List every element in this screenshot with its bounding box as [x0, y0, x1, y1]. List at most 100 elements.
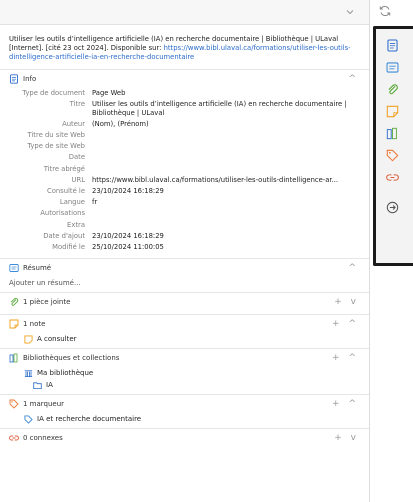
attachments-section-header[interactable]: 1 pièce jointe + v [0, 293, 369, 311]
libraries-section-header[interactable]: Bibliothèques et collections + ^ [0, 349, 369, 367]
info-row: Extra [0, 220, 369, 231]
info-field-label: URL [71, 175, 85, 184]
collection-item[interactable]: IA [0, 379, 369, 391]
abstract-collapse-icon[interactable]: ^ [348, 263, 359, 273]
attachments-section: 1 pièce jointe + v [0, 293, 369, 316]
info-row: Autorisations [0, 208, 369, 219]
info-field-label: Type de site Web [27, 142, 85, 151]
note-item-icon [24, 335, 33, 344]
paperclip-icon [9, 297, 19, 307]
libraries-section-title: Bibliothèques et collections [23, 354, 120, 363]
info-field-value[interactable] [92, 152, 369, 163]
info-field-label: Date d'ajout [43, 231, 85, 240]
info-field-label: Titre du site Web [27, 131, 85, 140]
libraries-controls[interactable]: + ^ [332, 353, 359, 363]
attachments-section-title: 1 pièce jointe [23, 298, 71, 307]
related-section-header[interactable]: 0 connexes + v [0, 429, 369, 447]
info-row: Consulté le 23/10/2024 16:18:29 [0, 186, 369, 197]
info-field-value[interactable]: 23/10/2024 16:18:29 [92, 186, 369, 197]
tags-section: 1 marqueur + ^ IA et recherche documenta… [0, 395, 369, 430]
info-field-value[interactable] [92, 130, 369, 141]
info-row: Titre Utiliser les outils d’intelligence … [0, 99, 369, 119]
info-field-value[interactable]: Page Web [92, 88, 369, 99]
add-collection-button[interactable]: + [332, 353, 343, 363]
related-section-title: 0 connexes [23, 434, 63, 443]
header-collapse-icon[interactable] [345, 7, 355, 17]
note-item[interactable]: A consulter [0, 333, 369, 345]
libraries-section: Bibliothèques et collections + ^ Ma bibl… [0, 349, 369, 396]
section-nav-sidebar [373, 26, 413, 266]
related-expand-icon[interactable]: v [351, 433, 359, 443]
nav-abstract-icon[interactable] [386, 61, 399, 74]
libraries-collapse-icon[interactable]: ^ [348, 353, 359, 363]
info-field-value[interactable]: Utiliser les outils d’intelligence artif… [92, 99, 369, 119]
related-controls[interactable]: + v [334, 433, 359, 443]
notes-section: 1 note + ^ A consulter [0, 315, 369, 350]
notes-section-title: 1 note [23, 320, 46, 329]
info-field-value[interactable]: (Nom), (Prénom) [92, 119, 369, 130]
library-item[interactable]: Ma bibliothèque [0, 367, 369, 379]
info-field-value[interactable]: https://www.bibl.ulaval.ca/formations/ut… [92, 175, 369, 186]
attachments-expand-icon[interactable]: v [351, 297, 359, 307]
info-field-value[interactable] [92, 208, 369, 219]
info-collapse-icon[interactable]: ^ [348, 74, 359, 84]
abstract-section-title: Résumé [23, 264, 52, 273]
nav-notes-icon[interactable] [386, 105, 399, 118]
info-section-header[interactable]: Info ^ [0, 70, 369, 88]
tag-item-icon [24, 415, 33, 424]
attachments-controls[interactable]: + v [334, 297, 359, 307]
info-field-value[interactable]: 23/10/2024 16:18:29 [92, 231, 369, 242]
add-note-button[interactable]: + [332, 319, 343, 329]
info-row: Date [0, 152, 369, 163]
info-row: Date d'ajout 23/10/2024 16:18:29 [0, 231, 369, 242]
info-field-value[interactable]: 25/10/2024 11:00:05 [92, 242, 369, 253]
nav-tags-icon[interactable] [386, 149, 399, 162]
add-tag-button[interactable]: + [332, 399, 343, 409]
info-field-label: Langue [59, 198, 85, 207]
nav-libraries-icon[interactable] [386, 127, 399, 140]
info-field-label: Date [68, 153, 85, 162]
info-field-label: Titre [69, 99, 85, 108]
note-icon [9, 319, 19, 329]
info-row: Titre abrégé [0, 164, 369, 175]
nav-attachments-icon[interactable] [386, 83, 399, 96]
related-section: 0 connexes + v [0, 429, 369, 450]
notes-collapse-icon[interactable]: ^ [348, 319, 359, 329]
info-section-title: Info [23, 74, 37, 83]
info-row: URL https://www.bibl.ulaval.ca/formations… [0, 175, 369, 186]
abstract-section: Résumé ^ Ajouter un résumé... [0, 259, 369, 294]
tags-collapse-icon[interactable]: ^ [348, 399, 359, 409]
info-section: Info ^ Type de document Page Web Titre Util… [0, 70, 369, 260]
tag-item[interactable]: IA et recherche documentaire [0, 413, 369, 425]
related-icon [9, 433, 19, 443]
info-field-label: Consulté le [46, 187, 85, 196]
nav-locate-icon[interactable] [386, 201, 399, 214]
nav-info-icon[interactable] [386, 39, 399, 52]
info-field-value[interactable] [92, 164, 369, 175]
info-field-label: Autorisations [40, 209, 85, 218]
tags-controls[interactable]: + ^ [332, 399, 359, 409]
add-attachment-button[interactable]: + [334, 297, 345, 307]
nav-related-icon[interactable] [386, 171, 399, 184]
collection-label: IA [46, 381, 53, 390]
info-fields: Type de document Page Web Titre Utiliser le… [0, 88, 369, 254]
info-field-value[interactable] [92, 141, 369, 152]
citation-preview: Utiliser les outils d’intelligence artif… [0, 25, 369, 70]
info-row: Type de site Web [0, 141, 369, 152]
sync-icon[interactable] [378, 4, 392, 18]
info-field-value[interactable] [92, 220, 369, 231]
tag-item-label: IA et recherche documentaire [37, 415, 142, 424]
item-pane: Utiliser les outils d’intelligence artif… [0, 0, 370, 502]
info-icon [9, 73, 19, 84]
library-label: Ma bibliothèque [37, 369, 94, 378]
abstract-section-header[interactable]: Résumé ^ [0, 259, 369, 277]
libraries-icon [9, 353, 19, 363]
notes-section-header[interactable]: 1 note + ^ [0, 315, 369, 333]
pane-header [0, 0, 369, 25]
add-related-button[interactable]: + [334, 433, 345, 443]
notes-controls[interactable]: + ^ [332, 319, 359, 329]
tags-section-header[interactable]: 1 marqueur + ^ [0, 395, 369, 413]
library-icon [24, 369, 33, 378]
info-field-value[interactable]: fr [92, 197, 369, 208]
abstract-input[interactable]: Ajouter un résumé... [0, 277, 369, 289]
